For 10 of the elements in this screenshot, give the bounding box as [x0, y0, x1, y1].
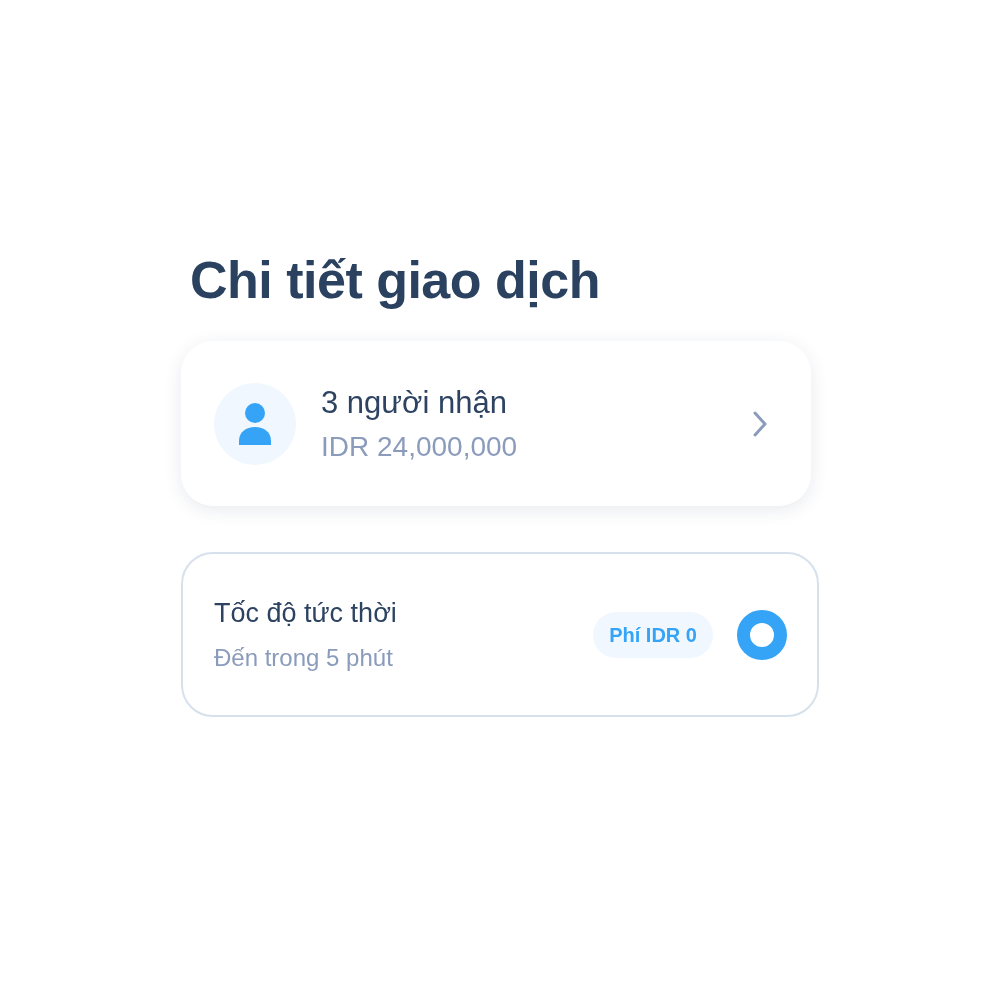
recipients-count: 3 người nhận [321, 383, 508, 422]
page-title: Chi tiết giao dịch [190, 250, 601, 311]
speed-option-card[interactable]: Tốc độ tức thời Đến trong 5 phút Phí IDR 0 [181, 552, 819, 717]
radio-button[interactable] [737, 609, 787, 660]
speed-option-subtitle: Đến trong 5 phút [214, 642, 394, 673]
recipients-amount: IDR 24,000,000 [321, 429, 518, 464]
recipients-card[interactable]: 3 người nhận IDR 24,000,000 [181, 341, 811, 506]
chevron-right-icon [753, 410, 767, 437]
speed-option-title: Tốc độ tức thời [214, 596, 397, 629]
fee-badge: Phí IDR 0 [593, 611, 713, 658]
